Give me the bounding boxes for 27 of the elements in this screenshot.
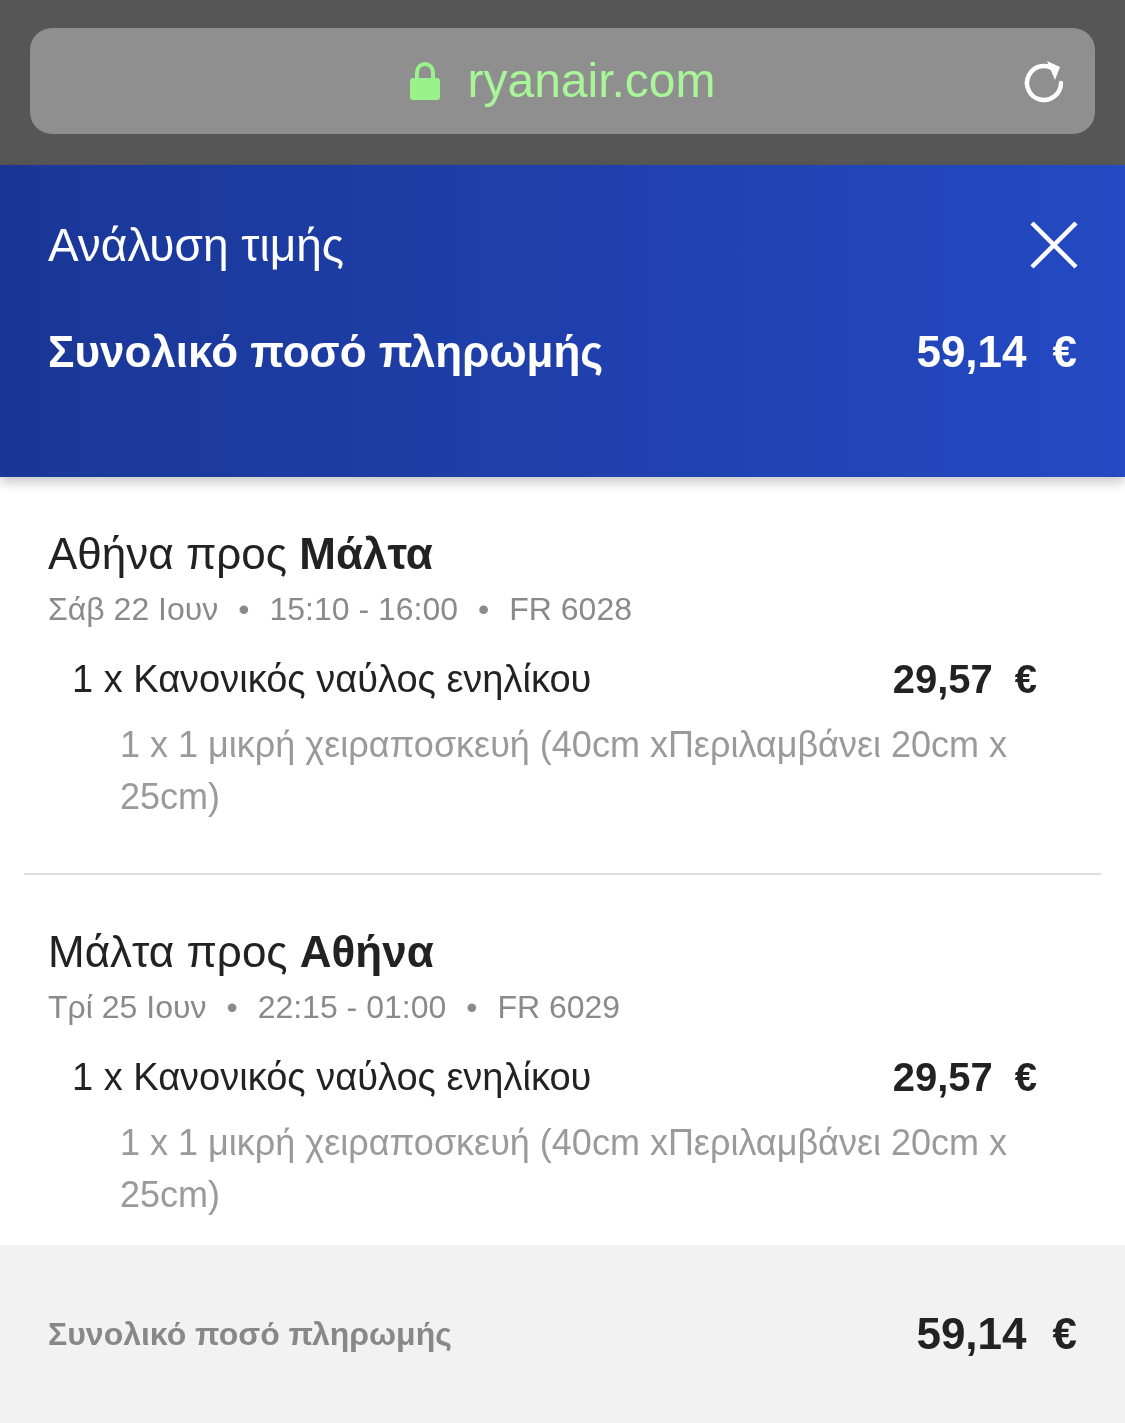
url-text: ryanair.com — [467, 53, 716, 109]
baggage-info: 1 x 1 μικρή χειραποσκευή (40cm xΠεριλαμβάνει 20cm x 25cm) — [120, 723, 1008, 819]
total-label: Συνολικό ποσό πληρωμής — [48, 326, 604, 378]
route-title: Μάλτα προς Αθήνα — [48, 926, 435, 978]
fare-label: 1 x Κανονικός ναύλος ενηλίκου — [72, 656, 592, 702]
separator-dot: • — [478, 590, 490, 629]
footer-total-price: 59,14 € — [916, 1308, 1077, 1360]
fare-price: 29,57 € — [892, 1054, 1037, 1101]
flight-info: 22:15 - 01:00 — [257, 988, 447, 1027]
baggage-info: 1 x 1 μικρή χειραποσκευή (40cm xΠεριλαμβάνει 20cm x 25cm) — [120, 1121, 1008, 1217]
panel-title: Ανάλυση τιμής — [48, 217, 344, 273]
address-bar[interactable]: ryanair.com — [30, 28, 1095, 134]
flight-info: FR 6028 — [509, 590, 632, 629]
separator-dot: • — [466, 988, 478, 1027]
flight-info: FR 6029 — [497, 988, 621, 1027]
flight-info: Σάβ 22 Ιουν — [48, 590, 219, 629]
route-title: Αθήνα προς Μάλτα — [48, 528, 434, 580]
flight-info: Τρί 25 Ιουν — [48, 988, 207, 1027]
fare-price: 29,57 € — [892, 656, 1037, 703]
close-icon[interactable] — [1029, 220, 1079, 270]
fare-label: 1 x Κανονικός ναύλος ενηλίκου — [72, 1054, 592, 1100]
separator-dot: • — [226, 988, 238, 1027]
lock-icon — [409, 61, 442, 101]
flight-info: 15:10 - 16:00 — [269, 590, 459, 629]
footer-total-label: Συνολικό ποσό πληρωμής — [48, 1315, 452, 1354]
separator-dot: • — [238, 590, 250, 629]
total-price: 59,14 € — [916, 326, 1077, 378]
